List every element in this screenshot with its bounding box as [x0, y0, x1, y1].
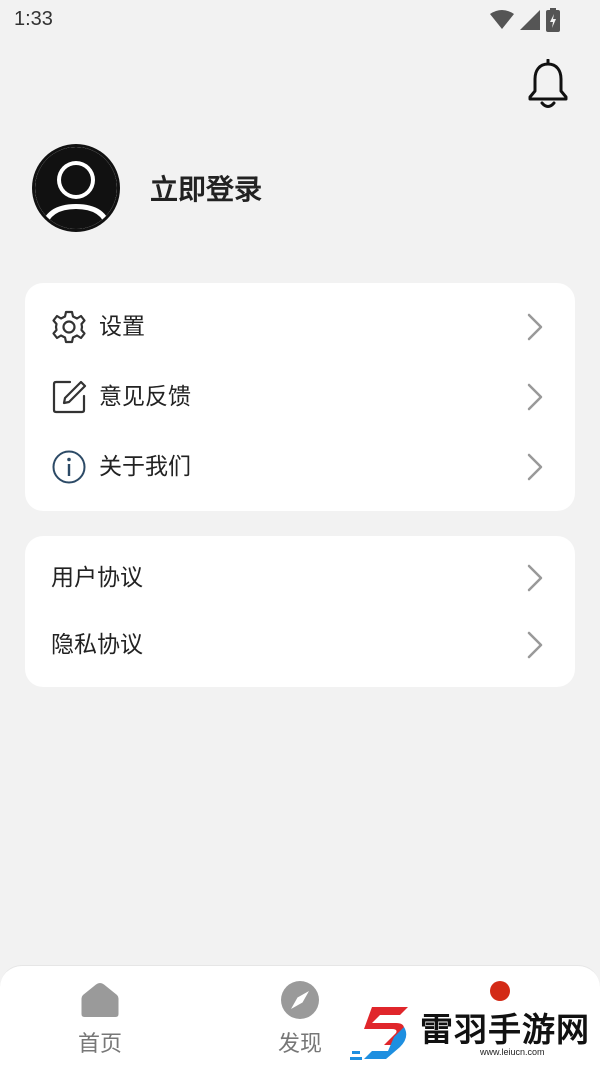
compass-icon	[281, 981, 319, 1019]
chevron-right-icon	[527, 313, 543, 341]
wifi-icon	[490, 10, 514, 29]
tab-label: 首页	[77, 1032, 122, 1057]
menu-item-label: 设置	[99, 314, 145, 340]
watermark-logo-icon	[350, 1007, 408, 1060]
chevron-right-icon	[527, 383, 543, 411]
menu-item-label: 用户协议	[51, 565, 143, 591]
menu-item-about[interactable]: 关于我们	[25, 437, 575, 497]
legal-card: 用户协议 隐私协议	[25, 536, 575, 687]
menu-item-label: 隐私协议	[51, 632, 143, 658]
menu-item-feedback[interactable]: 意见反馈	[25, 367, 575, 427]
menu-item-privacy-agreement[interactable]: 隐私协议	[25, 615, 575, 675]
notification-badge	[490, 981, 510, 1001]
avatar-icon	[32, 144, 120, 232]
watermark-text: 雷羽手游网	[420, 1010, 590, 1049]
menu-item-settings[interactable]: 设置	[25, 297, 575, 357]
gear-icon	[52, 310, 86, 344]
menu-item-user-agreement[interactable]: 用户协议	[25, 548, 575, 608]
tab-discover[interactable]: 发现	[240, 966, 360, 1067]
menu-card: 设置 意见反馈 关于我们	[25, 283, 575, 511]
login-label: 立即登录	[150, 173, 263, 206]
info-icon	[52, 450, 86, 484]
watermark-url: www.leiucn.com	[480, 1047, 545, 1057]
signal-icon	[520, 10, 540, 30]
status-bar: 1:33	[0, 0, 600, 42]
menu-item-label: 关于我们	[99, 454, 191, 480]
menu-item-label: 意见反馈	[99, 384, 191, 410]
chevron-right-icon	[527, 564, 543, 592]
status-icons	[490, 8, 560, 32]
login-profile[interactable]: 立即登录	[30, 142, 262, 234]
chevron-right-icon	[527, 453, 543, 481]
home-icon	[81, 983, 119, 1017]
tab-label: 发现	[277, 1032, 322, 1057]
status-time: 1:33	[14, 8, 53, 30]
battery-icon	[546, 8, 560, 32]
edit-icon	[52, 380, 87, 414]
chevron-right-icon	[527, 631, 543, 659]
bell-icon[interactable]	[526, 59, 570, 111]
tab-home[interactable]: 首页	[40, 966, 160, 1067]
watermark: 雷羽手游网 www.leiucn.com	[350, 1001, 596, 1063]
